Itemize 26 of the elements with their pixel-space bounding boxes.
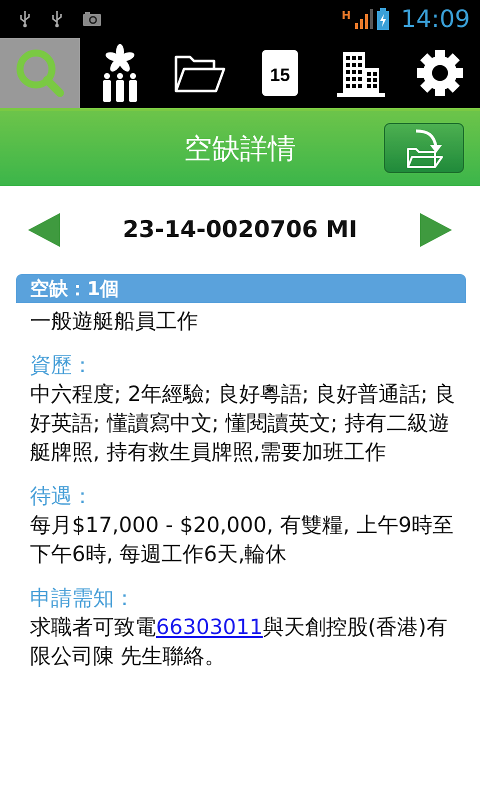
network-type: H — [342, 9, 351, 22]
section-heading: 待遇： — [30, 483, 94, 510]
section-text: 中六程度; 2年經驗; 良好粵語; 良好普通話; 良好英語; 懂讀寫中文; 懂閱讀英文; 持有二級遊艇牌照, 持有救生員牌照,需要加班工作 — [30, 381, 456, 466]
clock: 14:09 — [400, 5, 470, 33]
folder-icon — [174, 53, 226, 93]
settings-icon — [416, 49, 464, 97]
screen-title: 空缺詳情 — [184, 130, 296, 166]
vacancy-number: 23-14-0020706 MI — [122, 217, 358, 243]
battery-icon — [376, 8, 389, 30]
search-icon — [14, 47, 66, 99]
camera-icon — [82, 11, 102, 27]
calendar-date: 15 — [270, 64, 290, 86]
vacancy-count: 空缺：1個 — [30, 277, 120, 301]
usb-icon — [18, 10, 32, 28]
signal-icon — [354, 9, 373, 29]
phone-link[interactable]: 66303011 — [156, 615, 263, 639]
save-button[interactable] — [384, 123, 464, 173]
usb-icon — [50, 10, 64, 28]
section-heading: 資歷： — [30, 352, 94, 379]
job-title: 一般遊艇船員工作 — [30, 308, 199, 335]
section-heading: 申請需知： — [30, 585, 136, 612]
next-button[interactable] — [420, 213, 452, 247]
section-text: 每月$17,000 - $20,000, 有雙糧, 上午9時至下午6時, 每週工作6天,輪休 — [30, 512, 455, 568]
section-text: 求職者可致電66303011與天創控股(香港)有限公司陳 先生聯絡。 — [30, 614, 448, 670]
flower-people-icon — [100, 43, 140, 103]
previous-button[interactable] — [28, 213, 60, 247]
